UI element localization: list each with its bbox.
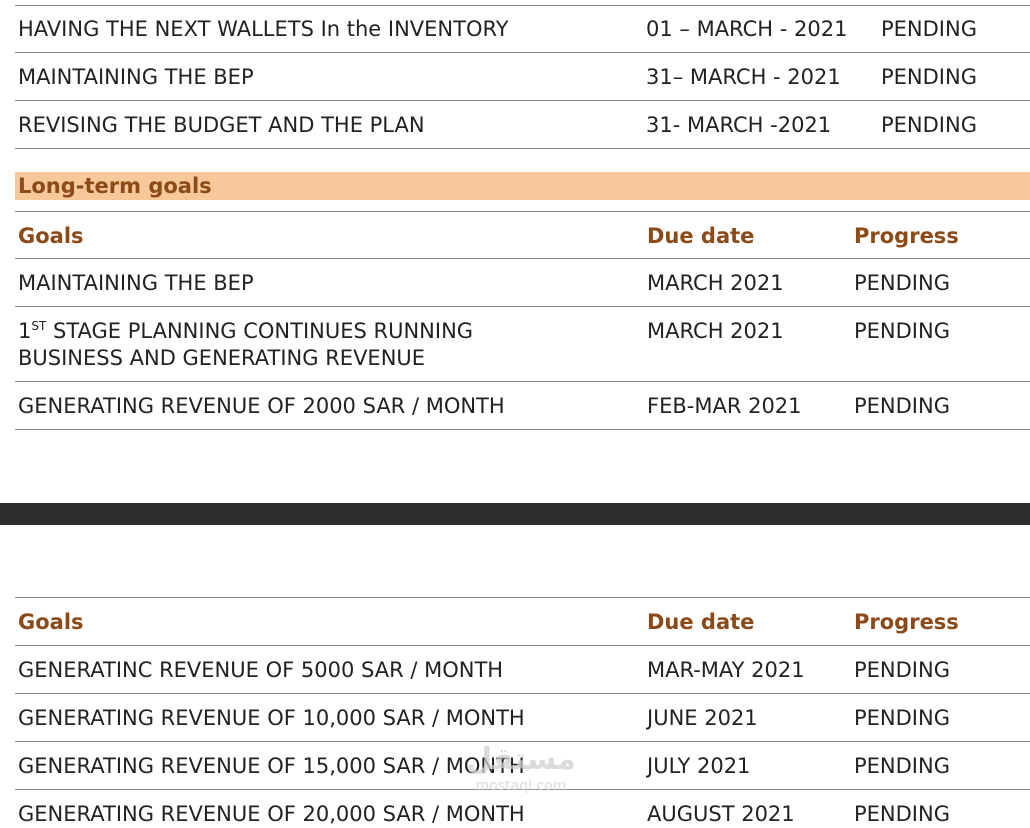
goal-cell: GENERATING REVENUE OF 2000 SAR / MONTH [18, 394, 505, 418]
progress-cell: PENDING [881, 113, 977, 137]
table-header-row: Goals Due date Progress [15, 211, 1030, 259]
table-row: REVISING THE BUDGET AND THE PLAN 31- MAR… [15, 101, 1030, 149]
goal-ordinal-suffix: ST [31, 319, 47, 333]
goal-line-2: BUSINESS AND GENERATING REVENUE [18, 346, 426, 370]
progress-cell: PENDING [854, 319, 950, 343]
goal-cell: MAINTAINING THE BEP [18, 65, 254, 89]
due-date-cell: AUGUST 2021 [647, 802, 795, 826]
due-date-cell: JULY 2021 [647, 754, 751, 778]
progress-cell: PENDING [854, 271, 950, 295]
goal-cell: 1ST STAGE PLANNING CONTINUES RUNNING [18, 318, 473, 345]
column-header-goals: Goals [18, 224, 84, 248]
progress-cell: PENDING [854, 658, 950, 682]
section-title: Long-term goals [18, 174, 212, 198]
goal-cell: GENERATING REVENUE OF 20,000 SAR / MONTH [18, 802, 525, 826]
progress-cell: PENDING [881, 65, 977, 89]
progress-cell: PENDING [854, 754, 950, 778]
column-header-due-date: Due date [647, 224, 755, 248]
column-header-due-date: Due date [647, 610, 755, 634]
table-row: 1ST STAGE PLANNING CONTINUES RUNNING BUS… [15, 307, 1030, 382]
table-row: GENERATING REVENUE OF 2000 SAR / MONTH F… [15, 382, 1030, 430]
due-date-cell: MARCH 2021 [647, 271, 784, 295]
goal-cell: GENERATINC REVENUE OF 5000 SAR / MONTH [18, 658, 504, 682]
goal-line-1: STAGE PLANNING CONTINUES RUNNING [46, 319, 474, 343]
goal-ordinal-number: 1 [18, 319, 32, 343]
column-header-progress: Progress [854, 224, 959, 248]
due-date-cell: MAR-MAY 2021 [647, 658, 805, 682]
due-date-cell: MARCH 2021 [647, 319, 784, 343]
page-break-bar [0, 503, 1030, 525]
progress-cell: PENDING [854, 394, 950, 418]
due-date-cell: FEB-MAR 2021 [647, 394, 802, 418]
column-header-goals: Goals [18, 610, 84, 634]
goal-cell: HAVING THE NEXT WALLETS In the INVENTORY [18, 17, 509, 41]
table-row: HAVING THE NEXT WALLETS In the INVENTORY… [15, 5, 1030, 53]
goal-cell: GENERATING REVENUE OF 10,000 SAR / MONTH [18, 706, 525, 730]
goal-cell: REVISING THE BUDGET AND THE PLAN [18, 113, 425, 137]
column-header-progress: Progress [854, 610, 959, 634]
table-header-row: Goals Due date Progress [15, 597, 1030, 646]
due-date-cell: JUNE 2021 [647, 706, 758, 730]
progress-cell: PENDING [854, 802, 950, 826]
table-row: MAINTAINING THE BEP 31– MARCH - 2021 PEN… [15, 53, 1030, 101]
due-date-cell: 01 – MARCH - 2021 [646, 17, 848, 41]
table-row: MAINTAINING THE BEP MARCH 2021 PENDING [15, 259, 1030, 307]
progress-cell: PENDING [881, 17, 977, 41]
goal-cell: GENERATING REVENUE OF 15,000 SAR / MONTH [18, 754, 525, 778]
progress-cell: PENDING [854, 706, 950, 730]
section-header-band: Long-term goals [15, 172, 1030, 200]
table-row: GENERATING REVENUE OF 10,000 SAR / MONTH… [15, 694, 1030, 742]
due-date-cell: 31- MARCH -2021 [646, 113, 832, 137]
due-date-cell: 31– MARCH - 2021 [646, 65, 841, 89]
table-row: GENERATING REVENUE OF 15,000 SAR / MONTH… [15, 742, 1030, 790]
table-row: GENERATING REVENUE OF 20,000 SAR / MONTH… [15, 790, 1030, 826]
table-row: GENERATINC REVENUE OF 5000 SAR / MONTH M… [15, 646, 1030, 694]
goal-cell: MAINTAINING THE BEP [18, 271, 254, 295]
